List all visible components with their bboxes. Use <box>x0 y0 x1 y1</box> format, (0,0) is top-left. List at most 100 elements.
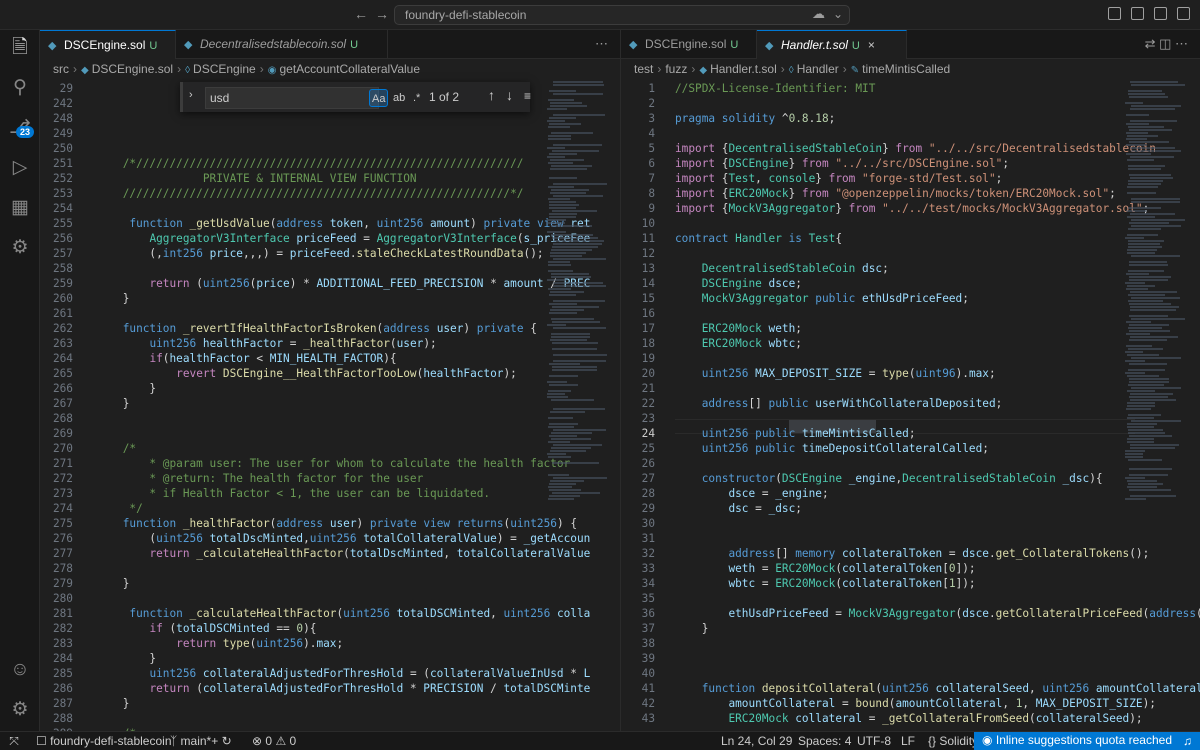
whole-word-toggle[interactable]: ab <box>391 89 407 107</box>
tab-dscengine-right[interactable]: ◆ DSCEngine.sol U <box>621 30 757 59</box>
editor-actions-icon[interactable]: ⇄ ◫ ⋯ <box>1145 36 1188 52</box>
tab-handler[interactable]: ◆ Handler.t.sol U × <box>757 30 907 59</box>
breadcrumb-item[interactable]: DSCEngine.sol <box>92 62 173 76</box>
code-text: pragma solidity ^0.8.18; <box>675 112 836 125</box>
line-number: 28 <box>641 487 655 500</box>
minimap-line <box>1127 354 1159 356</box>
settings-gear-icon[interactable]: ⚙ <box>8 698 32 722</box>
minimap-line <box>1130 393 1173 395</box>
end-of-line[interactable]: LF <box>901 734 915 748</box>
notifications-bell-icon[interactable]: ♫ <box>1183 734 1192 748</box>
copilot-icon[interactable]: ☁ <box>812 6 825 22</box>
line-number: 281 <box>52 607 73 620</box>
copilot-quota-notification[interactable]: ◉ Inline suggestions quota reached <box>974 732 1200 750</box>
command-center-search[interactable]: foundry-defi-stablecoin ☁ ⌄ <box>394 5 850 25</box>
code-text: return (uint256(price) * ADDITIONAL_FEED… <box>149 277 590 290</box>
explorer-icon[interactable]: 🗎 <box>8 36 32 60</box>
more-actions-icon[interactable]: ⋯ <box>595 36 608 52</box>
minimap-line <box>1128 294 1165 296</box>
code-text: PRIVATE & INTERNAL VIEW FUNCTION <box>96 172 417 185</box>
workspace-name[interactable]: ☐ foundry-defi-stablecoin <box>36 734 172 748</box>
forward-arrow-icon[interactable]: → <box>375 6 389 22</box>
breadcrumb-item[interactable]: src <box>53 62 69 76</box>
minimap-line <box>547 108 567 110</box>
toggle-primary-sidebar-icon[interactable] <box>1131 7 1144 20</box>
minimap-line <box>553 114 605 116</box>
left-minimap[interactable] <box>546 81 608 731</box>
minimap-line <box>552 462 599 464</box>
minimap-line <box>1131 318 1185 320</box>
line-number: 22 <box>641 397 655 410</box>
tab-decentralisedstablecoin[interactable]: ◆ Decentralisedstablecoin.sol U <box>176 30 388 59</box>
minimap-line <box>549 123 581 125</box>
breadcrumb-item[interactable]: fuzz <box>665 62 687 76</box>
line-number: 263 <box>52 337 73 350</box>
minimap-line <box>1128 369 1165 371</box>
find-input[interactable] <box>205 87 379 109</box>
minimap-line <box>1127 135 1158 137</box>
minimap-line <box>1126 273 1149 275</box>
minimap-line <box>1131 105 1181 107</box>
breadcrumb-item[interactable]: Handler.t.sol <box>710 62 777 76</box>
indentation[interactable]: Spaces: 4 <box>798 734 851 748</box>
code-text: function depositCollateral(uint256 colla… <box>701 682 1200 695</box>
breadcrumb-item[interactable]: test <box>634 62 653 76</box>
close-icon[interactable]: × <box>868 38 875 52</box>
find-in-selection-icon[interactable]: ≡ <box>524 89 531 103</box>
code-text: } <box>675 622 709 635</box>
minimap-line <box>553 84 604 86</box>
sync-icon[interactable]: ↻ <box>222 734 232 748</box>
previous-match-icon[interactable]: ↑ <box>488 87 495 103</box>
right-minimap[interactable] <box>1124 81 1186 731</box>
code-text: ERC20Mock wbtc; <box>701 337 802 350</box>
line-number: 253 <box>52 187 73 200</box>
toggle-secondary-sidebar-icon[interactable] <box>1177 7 1190 20</box>
breadcrumb-item[interactable]: Handler <box>797 62 839 76</box>
encoding[interactable]: UTF-8 <box>857 734 891 748</box>
next-match-icon[interactable]: ↓ <box>506 87 513 103</box>
minimap-line <box>1131 255 1180 257</box>
code-text: return type(uint256).max; <box>176 637 344 650</box>
branch-indicator[interactable]: ᛉ main*+ ↻ <box>170 734 232 748</box>
chevron-down-icon[interactable]: ⌄ <box>833 7 843 21</box>
minimap-line <box>548 270 573 272</box>
cursor-position[interactable]: Ln 24, Col 29 <box>721 734 792 748</box>
minimap-line <box>1126 408 1151 410</box>
minimap-line <box>549 303 577 305</box>
solidity-file-icon: ◆ <box>765 40 774 52</box>
remote-indicator-icon[interactable]: ⤧ <box>0 732 28 750</box>
toggle-replace-chevron-icon[interactable]: › <box>189 89 193 101</box>
minimap-line <box>553 285 606 287</box>
match-case-toggle[interactable]: Aa <box>369 89 389 107</box>
minimap-line <box>1129 489 1171 491</box>
tab-dscengine-left[interactable]: ◆ DSCEngine.sol U <box>40 30 176 59</box>
minimap-line <box>548 417 573 419</box>
account-icon[interactable]: ☺ <box>8 658 32 682</box>
back-arrow-icon[interactable]: ← <box>354 6 368 22</box>
minimap-line <box>550 192 586 194</box>
toggle-panel-icon[interactable] <box>1154 7 1167 20</box>
search-icon[interactable]: ⚲ <box>8 76 32 100</box>
minimap-line <box>1126 153 1151 155</box>
problems-indicator[interactable]: ⊗ 0 ⚠ 0 <box>252 734 296 748</box>
remote-explorer-icon[interactable]: ⚙ <box>8 236 32 260</box>
regex-toggle[interactable]: .* <box>411 89 422 107</box>
run-debug-icon[interactable]: ▷ <box>8 156 32 180</box>
minimap-line <box>547 381 567 383</box>
language-mode[interactable]: {} Solidity <box>928 734 978 748</box>
customize-layout-icon[interactable] <box>1108 7 1121 20</box>
line-number: 19 <box>641 352 655 365</box>
minimap-line <box>1127 390 1155 392</box>
breadcrumb-item[interactable]: getAccountCollateralValue <box>279 62 420 76</box>
minimap-line <box>1126 138 1147 140</box>
minimap-line <box>1128 180 1163 182</box>
minimap-line <box>547 231 566 233</box>
breadcrumb-item[interactable]: timeMintisCalled <box>862 62 950 76</box>
line-number: 286 <box>52 682 73 695</box>
minimap-line <box>553 444 602 446</box>
line-number: 43 <box>641 712 655 725</box>
breadcrumb-item[interactable]: DSCEngine <box>193 62 256 76</box>
code-text: return _calculateHealthFactor(totalDscMi… <box>149 547 591 560</box>
extensions-icon[interactable]: ▦ <box>8 196 32 220</box>
minimap-line <box>548 426 574 428</box>
